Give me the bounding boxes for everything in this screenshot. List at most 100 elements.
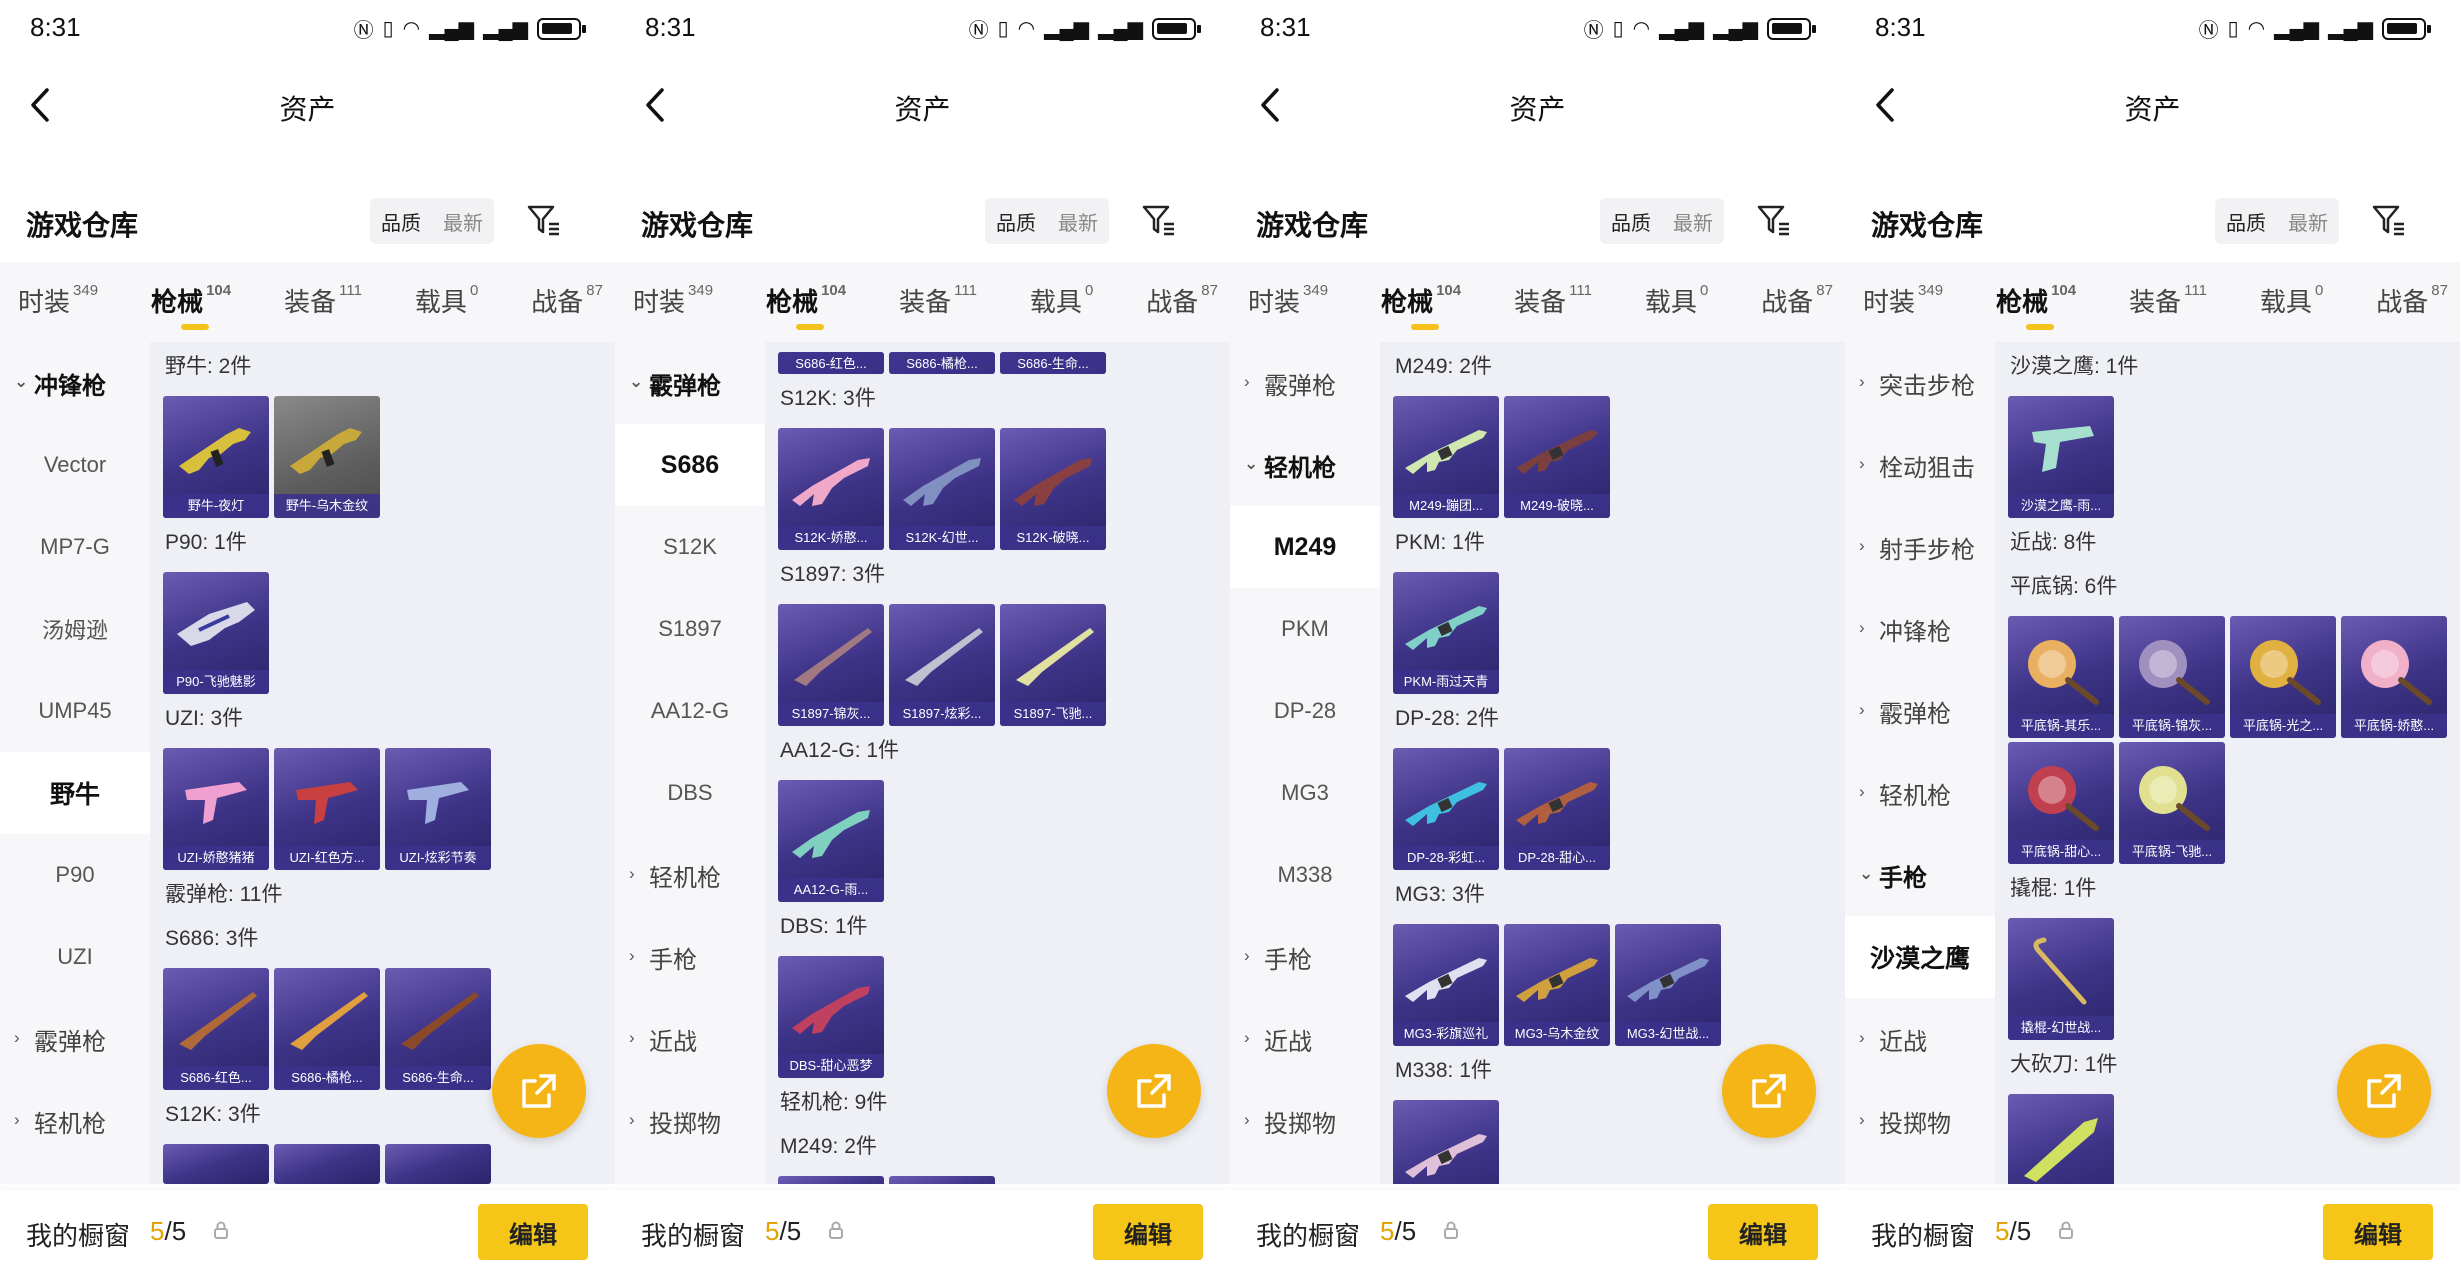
- item-card[interactable]: DBS-甜心恶梦: [778, 956, 884, 1078]
- tab-3[interactable]: 载具 0: [2260, 282, 2323, 336]
- edit-button[interactable]: 编辑: [1093, 1204, 1203, 1260]
- sidebar-item[interactable]: UZI: [0, 916, 150, 998]
- tab-2[interactable]: 装备 111: [899, 282, 977, 336]
- sidebar-item[interactable]: › 霰弹枪: [0, 998, 150, 1080]
- sidebar-item[interactable]: AA12-G: [615, 670, 765, 752]
- item-card[interactable]: S12K-娇憨...: [778, 428, 884, 550]
- item-card[interactable]: S686-橘枪...: [274, 968, 380, 1090]
- item-card[interactable]: MG3-彩旗巡礼: [1393, 924, 1499, 1046]
- sort-latest-button[interactable]: 最新: [1673, 207, 1713, 236]
- tab-0[interactable]: 时装 349: [633, 282, 713, 336]
- item-card[interactable]: DP-28-彩虹...: [1393, 748, 1499, 870]
- edit-button[interactable]: 编辑: [478, 1204, 588, 1260]
- sidebar-item[interactable]: › 轻机枪: [615, 834, 765, 916]
- item-card[interactable]: S12K-破晓...: [1000, 428, 1106, 550]
- sidebar-item[interactable]: › 栓动狙击: [1845, 424, 1995, 506]
- item-card[interactable]: 沙漠之鹰-雨...: [2008, 396, 2114, 518]
- item-card[interactable]: [778, 1176, 884, 1184]
- sidebar-item[interactable]: › 轻机枪: [1845, 752, 1995, 834]
- sort-latest-button[interactable]: 最新: [1058, 207, 1098, 236]
- sidebar-item[interactable]: P90: [0, 834, 150, 916]
- sidebar-item[interactable]: › 冲锋枪: [1845, 588, 1995, 670]
- item-card[interactable]: S1897-飞驰...: [1000, 604, 1106, 726]
- item-card[interactable]: 平底锅-飞驰...: [2119, 742, 2225, 864]
- sidebar-item[interactable]: › 近战: [1230, 998, 1380, 1080]
- sort-latest-button[interactable]: 最新: [443, 207, 483, 236]
- item-card[interactable]: UZI-娇憨猪猪: [163, 748, 269, 870]
- sidebar-item[interactable]: › 手枪: [615, 916, 765, 998]
- tab-4[interactable]: 战备 87: [2376, 282, 2448, 336]
- sort-quality-button[interactable]: 品质: [381, 207, 421, 236]
- sidebar-item[interactable]: M249: [1230, 506, 1380, 588]
- item-card[interactable]: P90-飞驰魅影: [163, 572, 269, 694]
- share-button[interactable]: [492, 1044, 586, 1138]
- item-card[interactable]: 平底锅-锦灰...: [2119, 616, 2225, 738]
- tab-4[interactable]: 战备 87: [1761, 282, 1833, 336]
- item-card[interactable]: UZI-炫彩节奏: [385, 748, 491, 870]
- share-button[interactable]: [1107, 1044, 1201, 1138]
- tab-3[interactable]: 载具 0: [1030, 282, 1093, 336]
- item-card[interactable]: S1897-炫彩...: [889, 604, 995, 726]
- sidebar-item[interactable]: DBS: [615, 752, 765, 834]
- edit-button[interactable]: 编辑: [2323, 1204, 2433, 1260]
- item-card[interactable]: 平底锅-其乐...: [2008, 616, 2114, 738]
- sidebar-item[interactable]: › 手枪: [1230, 916, 1380, 998]
- sidebar-item[interactable]: › 射手步枪: [1845, 506, 1995, 588]
- sidebar-item[interactable]: ⌄ 霰弹枪: [615, 342, 765, 424]
- item-card[interactable]: S686-橘枪...: [889, 352, 995, 374]
- sidebar-item[interactable]: MG3: [1230, 752, 1380, 834]
- tab-2[interactable]: 装备 111: [2129, 282, 2207, 336]
- item-card[interactable]: [889, 1176, 995, 1184]
- tab-4[interactable]: 战备 87: [531, 282, 603, 336]
- item-card[interactable]: MG3-乌木金纹: [1504, 924, 1610, 1046]
- sidebar-item[interactable]: UMP45: [0, 670, 150, 752]
- filter-icon[interactable]: [1137, 198, 1181, 242]
- item-card[interactable]: 撬棍-幻世战...: [2008, 918, 2114, 1040]
- item-card[interactable]: S686-红色...: [163, 968, 269, 1090]
- sidebar-item[interactable]: S1897: [615, 588, 765, 670]
- item-card[interactable]: 平底锅-娇憨...: [2341, 616, 2447, 738]
- edit-button[interactable]: 编辑: [1708, 1204, 1818, 1260]
- sort-quality-button[interactable]: 品质: [1611, 207, 1651, 236]
- sidebar-item[interactable]: › 近战: [1845, 998, 1995, 1080]
- share-button[interactable]: [1722, 1044, 1816, 1138]
- item-card[interactable]: 平底锅-光之...: [2230, 616, 2336, 738]
- sidebar-item[interactable]: › 突击步枪: [1845, 342, 1995, 424]
- sidebar-item[interactable]: 沙漠之鹰: [1845, 916, 1995, 998]
- sidebar-item[interactable]: ⌄ 轻机枪: [1230, 424, 1380, 506]
- item-card[interactable]: DP-28-甜心...: [1504, 748, 1610, 870]
- tab-3[interactable]: 载具 0: [415, 282, 478, 336]
- filter-icon[interactable]: [1752, 198, 1796, 242]
- item-card[interactable]: 野牛-夜灯: [163, 396, 269, 518]
- item-card[interactable]: M249-破晓...: [1504, 396, 1610, 518]
- sort-quality-button[interactable]: 品质: [2226, 207, 2266, 236]
- filter-icon[interactable]: [522, 198, 566, 242]
- sidebar-item[interactable]: › 近战: [615, 998, 765, 1080]
- item-card[interactable]: 平底锅-甜心...: [2008, 742, 2114, 864]
- item-card[interactable]: AA12-G-雨...: [778, 780, 884, 902]
- item-card[interactable]: S686-红色...: [778, 352, 884, 374]
- item-card[interactable]: S1897-锦灰...: [778, 604, 884, 726]
- sidebar-item[interactable]: › 霰弹枪: [1845, 670, 1995, 752]
- item-card[interactable]: S686-生命...: [1000, 352, 1106, 374]
- sidebar-item[interactable]: › 投掷物: [615, 1080, 765, 1162]
- tab-0[interactable]: 时装 349: [1248, 282, 1328, 336]
- sidebar-item[interactable]: MP7-G: [0, 506, 150, 588]
- sidebar-item[interactable]: › 霰弹枪: [1230, 342, 1380, 424]
- sidebar-item[interactable]: S686: [615, 424, 765, 506]
- item-card[interactable]: S686-生命...: [385, 968, 491, 1090]
- item-card[interactable]: M249-蹦团...: [1393, 396, 1499, 518]
- tab-3[interactable]: 载具 0: [1645, 282, 1708, 336]
- item-card[interactable]: 野牛-乌木金纹: [274, 396, 380, 518]
- tab-4[interactable]: 战备 87: [1146, 282, 1218, 336]
- item-card[interactable]: M338: [1393, 1100, 1499, 1184]
- sidebar-item[interactable]: M338: [1230, 834, 1380, 916]
- sidebar-item[interactable]: Vector: [0, 424, 150, 506]
- tab-1[interactable]: 枪械 104: [1996, 282, 2076, 336]
- sidebar-item[interactable]: 野牛: [0, 752, 150, 834]
- sort-latest-button[interactable]: 最新: [2288, 207, 2328, 236]
- sidebar-item[interactable]: DP-28: [1230, 670, 1380, 752]
- tab-1[interactable]: 枪械 104: [1381, 282, 1461, 336]
- item-card[interactable]: MG3-幻世战...: [1615, 924, 1721, 1046]
- sort-quality-button[interactable]: 品质: [996, 207, 1036, 236]
